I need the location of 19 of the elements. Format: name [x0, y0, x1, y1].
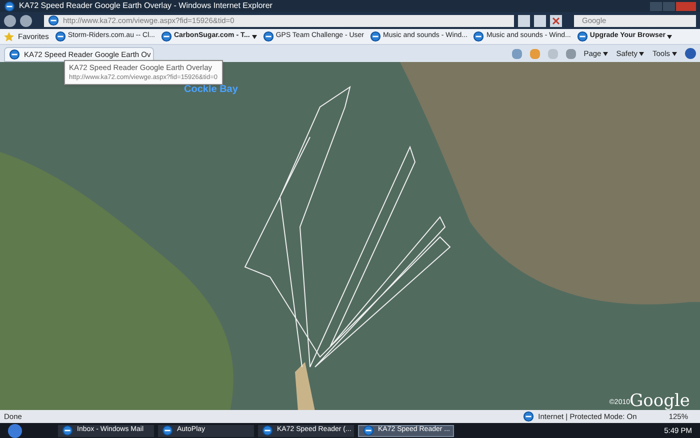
caret-icon [603, 52, 608, 56]
caret-icon [639, 52, 644, 56]
star-icon [4, 32, 14, 42]
caret-icon [252, 34, 257, 38]
help-button[interactable] [685, 48, 696, 59]
print-button[interactable] [566, 48, 576, 58]
stop-button[interactable] [550, 14, 562, 26]
caret-icon [667, 34, 672, 38]
window-title: KA72 Speed Reader Google Earth Overlay - Windows Internet Explorer [19, 2, 272, 10]
close-icon [552, 16, 560, 24]
go-button[interactable] [534, 14, 546, 26]
close-button[interactable] [676, 2, 696, 10]
forward-button[interactable] [20, 14, 32, 26]
caret-icon [672, 52, 677, 56]
place-label: Cockle Bay [184, 83, 238, 97]
start-button[interactable] [8, 424, 22, 438]
refresh-button[interactable] [518, 14, 530, 26]
back-button[interactable] [4, 14, 16, 26]
map-logo: Google [630, 393, 690, 410]
